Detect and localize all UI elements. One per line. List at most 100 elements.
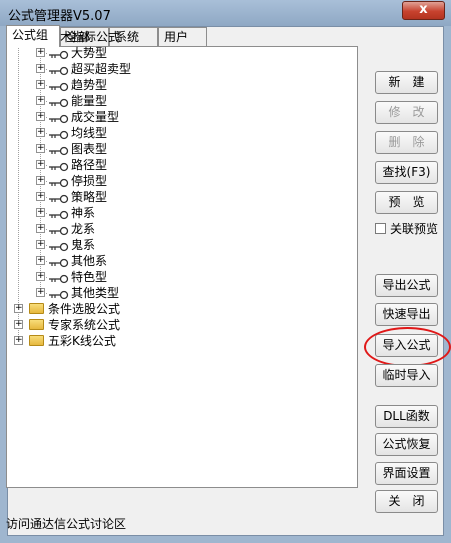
preview-button[interactable]: 预 览 (375, 191, 438, 214)
dll-function-button[interactable]: DLL函数 (375, 405, 438, 428)
key-icon (49, 208, 69, 220)
close-icon: x (419, 2, 428, 17)
tree-node-child[interactable]: + 停损型 (7, 173, 347, 189)
tree-node-child[interactable]: + 图表型 (7, 141, 347, 157)
expand-toggle-icon[interactable]: + (36, 160, 45, 169)
formula-manager-window: 公式管理器V5.07 x 公式组 全部 系统 用户 −技术指标公式+大势型+超买… (0, 0, 451, 543)
tab-label: 公式组 (12, 28, 49, 42)
tree-node-label: 均线型 (71, 126, 108, 140)
key-icon (49, 192, 69, 204)
tree-node-child[interactable]: + 龙系 (7, 221, 347, 237)
expand-toggle-icon[interactable]: + (14, 320, 23, 329)
window-title: 公式管理器V5.07 (8, 9, 111, 24)
tree-node-child[interactable]: + 趋势型 (7, 77, 347, 93)
highlight-ellipse (364, 327, 451, 367)
expand-toggle-icon[interactable]: + (36, 144, 45, 153)
tree-node-child[interactable]: + 其他类型 (7, 285, 347, 301)
export-formula-button[interactable]: 导出公式 (375, 274, 438, 297)
tree-node-label: 其他系 (71, 254, 108, 268)
tree-node-child[interactable]: + 特色型 (7, 269, 347, 285)
tree-node-label: 策略型 (71, 190, 108, 204)
tree-node-label: 超买超卖型 (71, 62, 132, 76)
formula-restore-button[interactable]: 公式恢复 (375, 433, 438, 456)
find-button[interactable]: 查找(F3) (375, 161, 438, 184)
key-icon (49, 272, 69, 284)
new-button[interactable]: 新 建 (375, 71, 438, 94)
expand-toggle-icon[interactable]: + (36, 256, 45, 265)
expand-toggle-icon[interactable]: + (14, 304, 23, 313)
quick-export-button[interactable]: 快速导出 (375, 303, 438, 326)
key-icon (49, 128, 69, 140)
expand-toggle-icon[interactable]: + (36, 240, 45, 249)
tab-formula-group[interactable]: 公式组 (6, 25, 60, 47)
tree-node-label: 其他类型 (71, 286, 120, 300)
tree-node-child[interactable]: + 大势型 (7, 45, 347, 61)
key-icon (49, 80, 69, 92)
edit-button[interactable]: 修 改 (375, 101, 438, 124)
close-button[interactable]: 关 闭 (375, 490, 438, 513)
tree-node-child[interactable]: + 其他系 (7, 253, 347, 269)
tree-node-label: 条件选股公式 (48, 302, 121, 316)
delete-button[interactable]: 删 除 (375, 131, 438, 154)
formula-tree[interactable]: −技术指标公式+大势型+超买超卖型+趋势型+能量型+成交量型+均线型+图表型+路… (6, 30, 358, 488)
folder-icon (29, 319, 44, 330)
tree-node-stock-selection[interactable]: + 条件选股公式 (7, 301, 347, 317)
tree-node-label: 路径型 (71, 158, 108, 172)
tree-node-label: 专家系统公式 (48, 318, 121, 332)
tree-node-child[interactable]: + 神系 (7, 205, 347, 221)
tree-node-child[interactable]: + 鬼系 (7, 237, 347, 253)
tree-node-label: 图表型 (71, 142, 108, 156)
folder-icon (29, 335, 44, 346)
key-icon (49, 144, 69, 156)
tree-node-label: 神系 (71, 206, 96, 220)
key-icon (49, 176, 69, 188)
tree-node-label: 五彩K线公式 (48, 334, 116, 348)
folder-icon (29, 303, 44, 314)
expand-toggle-icon[interactable]: + (36, 128, 45, 137)
link-preview-label: 关联预览 (390, 222, 439, 236)
tree-node-label: 趋势型 (71, 78, 108, 92)
forum-link[interactable]: 访问通达信公式讨论区 (6, 515, 126, 532)
tree-node-label: 特色型 (71, 270, 108, 284)
tree-node-child[interactable]: + 成交量型 (7, 109, 347, 125)
tree-node-label: 停损型 (71, 174, 108, 188)
expand-toggle-icon[interactable]: + (36, 208, 45, 217)
tree-node-label: 成交量型 (71, 110, 120, 124)
key-icon (49, 288, 69, 300)
ui-settings-button[interactable]: 界面设置 (375, 462, 438, 485)
tree-node-label: 龙系 (71, 222, 96, 236)
expand-toggle-icon[interactable]: + (14, 336, 23, 345)
key-icon (49, 64, 69, 76)
key-icon (49, 112, 69, 124)
temp-import-button[interactable]: 临时导入 (375, 364, 438, 387)
checkbox-box[interactable] (375, 223, 386, 234)
tree-node-label: 大势型 (71, 46, 108, 60)
expand-toggle-icon[interactable]: + (36, 192, 45, 201)
expand-toggle-icon[interactable]: + (36, 176, 45, 185)
tree-node-child[interactable]: + 路径型 (7, 157, 347, 173)
tree-node-child[interactable]: + 超买超卖型 (7, 61, 347, 77)
key-icon (49, 96, 69, 108)
tree-node-child[interactable]: + 能量型 (7, 93, 347, 109)
expand-toggle-icon[interactable]: + (36, 288, 45, 297)
key-icon (49, 256, 69, 268)
key-icon (49, 224, 69, 236)
expand-toggle-icon[interactable]: + (36, 48, 45, 57)
expand-toggle-icon[interactable]: + (36, 96, 45, 105)
expand-toggle-icon[interactable]: + (36, 80, 45, 89)
tree-node-expert-system[interactable]: + 专家系统公式 (7, 317, 347, 333)
key-icon (49, 160, 69, 172)
expand-toggle-icon[interactable]: + (36, 64, 45, 73)
tree-node-child[interactable]: + 策略型 (7, 189, 347, 205)
expand-toggle-icon[interactable]: + (36, 224, 45, 233)
expand-toggle-icon[interactable]: + (36, 272, 45, 281)
key-icon (49, 48, 69, 60)
tree-node-colored-kline[interactable]: + 五彩K线公式 (7, 333, 347, 349)
title-bar[interactable]: 公式管理器V5.07 x (0, 0, 451, 26)
tree-node-child[interactable]: + 均线型 (7, 125, 347, 141)
tree-node-label: 鬼系 (71, 238, 96, 252)
expand-toggle-icon[interactable]: + (36, 112, 45, 121)
window-close-button[interactable]: x (402, 1, 445, 20)
key-icon (49, 240, 69, 252)
tree-node-label: 能量型 (71, 94, 108, 108)
